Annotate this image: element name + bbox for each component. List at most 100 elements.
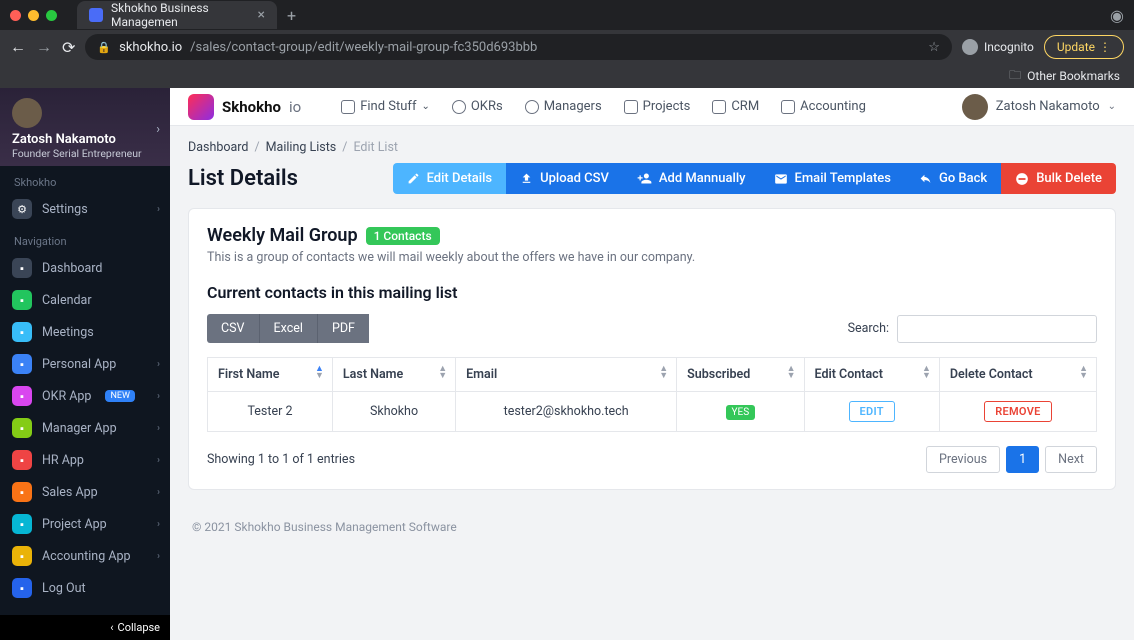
url-path: /sales/contact-group/edit/weekly-mail-gr…: [190, 40, 537, 55]
prev-page-button[interactable]: Previous: [926, 446, 1000, 473]
sidebar-item[interactable]: ▪ Dashboard: [0, 252, 170, 284]
breadcrumb-link[interactable]: Dashboard: [188, 140, 248, 155]
email-templates-button[interactable]: Email Templates: [760, 163, 905, 194]
subscribed-badge: YES: [726, 405, 756, 420]
sidebar-user-card[interactable]: Zatosh Nakamoto Founder Serial Entrepren…: [0, 88, 170, 166]
sidebar-item-label: Calendar: [42, 293, 92, 308]
cell-email: tester2@skhokho.tech: [456, 392, 677, 432]
top-nav-item[interactable]: OKRs: [452, 99, 503, 114]
list-details-card: Weekly Mail Group 1 Contacts This is a g…: [188, 208, 1116, 490]
sidebar-item[interactable]: ▪Personal App›: [0, 348, 170, 380]
col-subscribed[interactable]: Subscribed▲▼: [677, 358, 804, 392]
sidebar-item-label: OKR App: [42, 389, 91, 404]
sidebar-item-label: Project App: [42, 517, 107, 532]
top-nav-item[interactable]: Accounting: [781, 99, 866, 114]
other-bookmarks-link[interactable]: Other Bookmarks: [1027, 69, 1120, 83]
bulk-delete-button[interactable]: Bulk Delete: [1001, 163, 1116, 194]
browser-tab[interactable]: Skhokho Business Managemen ×: [77, 1, 277, 29]
chevron-down-icon: ⌄: [421, 101, 429, 112]
sidebar-item-label: HR App: [42, 453, 84, 468]
edit-contact-button[interactable]: EDIT: [849, 401, 895, 422]
nav-icon: [781, 100, 795, 114]
top-nav-item[interactable]: CRM: [712, 99, 759, 114]
new-tab-button[interactable]: +: [287, 6, 296, 25]
sidebar-item[interactable]: ▪Manager App›: [0, 412, 170, 444]
col-delete[interactable]: Delete Contact▲▼: [939, 358, 1096, 392]
go-back-button[interactable]: Go Back: [905, 163, 1001, 194]
chevron-down-icon: ⌄: [1108, 101, 1116, 112]
export-pdf-button[interactable]: PDF: [318, 314, 369, 343]
user-menu[interactable]: Zatosh Nakamoto ⌄: [962, 94, 1116, 120]
brand-logo-icon: [188, 94, 214, 120]
chevron-right-icon: ›: [157, 423, 160, 434]
brand[interactable]: Skhokho io: [188, 94, 301, 120]
app-icon: ▪: [12, 546, 32, 566]
page-number-button[interactable]: 1: [1006, 446, 1039, 473]
sidebar-item[interactable]: ▪ OKR App NEW ›: [0, 380, 170, 412]
maximize-window-icon[interactable]: [46, 10, 57, 21]
top-nav-item[interactable]: Find Stuff ⌄: [341, 99, 430, 114]
forward-button[interactable]: →: [36, 37, 52, 57]
action-bar: Edit Details Upload CSV Add Mannually Em…: [393, 163, 1116, 194]
app-icon: ▪: [12, 386, 32, 406]
collapse-sidebar-button[interactable]: ‹ Collapse: [0, 615, 170, 640]
sidebar-item-label: Dashboard: [42, 261, 102, 276]
update-chrome-button[interactable]: Update ⋮: [1044, 35, 1124, 59]
export-csv-button[interactable]: CSV: [207, 314, 259, 343]
add-manually-button[interactable]: Add Mannually: [623, 163, 760, 194]
upload-csv-button[interactable]: Upload CSV: [506, 163, 623, 194]
close-tab-icon[interactable]: ×: [258, 7, 265, 23]
col-first-name[interactable]: First Name▲▼: [208, 358, 333, 392]
top-navbar: Skhokho io Find Stuff ⌄ OKRs Managers Proje…: [170, 88, 1134, 126]
sidebar-item[interactable]: ▪Log Out: [0, 572, 170, 604]
next-page-button[interactable]: Next: [1045, 446, 1097, 473]
chevron-left-icon: ‹: [110, 621, 113, 634]
sidebar-item[interactable]: ▪ Accounting App ›: [0, 540, 170, 572]
search-label: Search:: [848, 321, 889, 336]
col-last-name[interactable]: Last Name▲▼: [332, 358, 455, 392]
bookmark-star-icon[interactable]: ☆: [928, 40, 940, 55]
sidebar-item-label: Accounting App: [42, 549, 131, 564]
app-icon: ▪: [12, 418, 32, 438]
breadcrumb-link[interactable]: Mailing Lists: [266, 140, 337, 155]
top-nav-item[interactable]: Managers: [525, 99, 602, 114]
reload-button[interactable]: ⟳: [62, 38, 75, 57]
lock-icon: 🔒: [97, 41, 111, 54]
chrome-menu-icon[interactable]: ◉: [1110, 6, 1124, 25]
chevron-right-icon: ›: [157, 487, 160, 498]
sidebar-section-label: Navigation: [0, 225, 170, 252]
app-icon: ▪: [12, 258, 32, 278]
address-bar[interactable]: 🔒 skhokho.io/sales/contact-group/edit/we…: [85, 34, 952, 60]
col-edit[interactable]: Edit Contact▲▼: [804, 358, 939, 392]
sidebar-item[interactable]: ▪Project App›: [0, 508, 170, 540]
cell-subscribed: YES: [677, 392, 804, 432]
nav-icon: [341, 100, 355, 114]
export-excel-button[interactable]: Excel: [259, 314, 318, 343]
pagination: Previous 1 Next: [926, 446, 1097, 473]
sidebar-item[interactable]: ▪HR App›: [0, 444, 170, 476]
chevron-right-icon: ›: [157, 551, 160, 562]
chevron-right-icon: ›: [157, 391, 160, 402]
tab-title: Skhokho Business Managemen: [111, 1, 250, 29]
sidebar-item-settings[interactable]: ⚙ Settings ›: [0, 193, 170, 225]
back-button[interactable]: ←: [10, 37, 26, 57]
search-input[interactable]: [897, 315, 1097, 343]
edit-details-button[interactable]: Edit Details: [393, 163, 507, 194]
top-nav-item[interactable]: Projects: [624, 99, 691, 114]
sidebar-item[interactable]: ▪Sales App›: [0, 476, 170, 508]
minimize-window-icon[interactable]: [28, 10, 39, 21]
chevron-right-icon: ›: [157, 204, 160, 215]
sidebar-item[interactable]: ▪Calendar: [0, 284, 170, 316]
section-subtitle: Current contacts in this mailing list: [207, 283, 1097, 302]
folder-icon: 🗀: [1009, 66, 1021, 87]
new-badge: NEW: [105, 390, 135, 402]
close-window-icon[interactable]: [10, 10, 21, 21]
user-title: Founder Serial Entrepreneur: [12, 147, 158, 160]
sidebar-item[interactable]: ▪Meetings: [0, 316, 170, 348]
col-email[interactable]: Email▲▼: [456, 358, 677, 392]
tab-favicon: [89, 8, 103, 22]
incognito-indicator: Incognito: [962, 39, 1034, 55]
sidebar-section-label: Skhokho: [0, 166, 170, 193]
table-info: Showing 1 to 1 of 1 entries: [207, 452, 355, 467]
remove-contact-button[interactable]: REMOVE: [984, 401, 1051, 422]
